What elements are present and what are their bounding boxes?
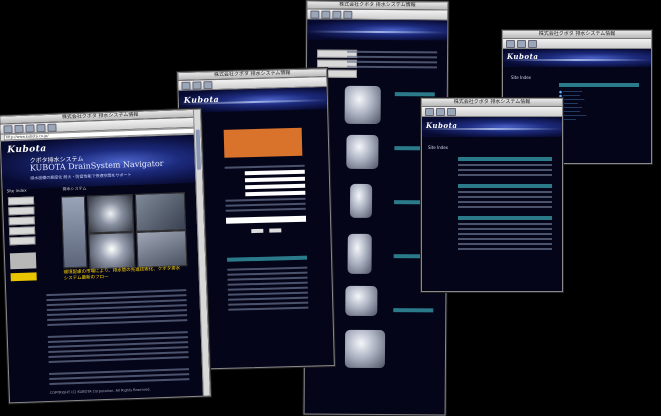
form-input[interactable] [245,183,306,190]
page-banner: Kubota クボタ排水システム KUBOTA DrainSystem Navi… [0,134,203,190]
window-title: 株式会社クボタ 排水システム情報 [422,99,562,107]
reset-button[interactable] [269,228,282,233]
product-image [345,285,378,317]
form-input[interactable] [244,169,305,176]
forward-icon[interactable] [517,39,526,48]
machine-photo [134,192,187,232]
browser-window-detail: 株式会社クボタ 排水システム情報 Kubota Site Index [421,98,563,292]
back-icon[interactable] [3,124,13,133]
reload-icon[interactable] [332,10,342,19]
back-icon[interactable] [310,10,320,19]
side-banner[interactable] [9,252,37,270]
forward-icon[interactable] [192,80,202,90]
fitting-photo [88,231,136,270]
product-image [347,233,372,274]
banner-subtitle: 排水設備の高度化 耐火・防音性能で快適空間をサポート [30,172,132,181]
section-label: 排水システム [62,185,87,192]
reload-icon[interactable] [203,80,213,89]
sidebar-item[interactable] [7,196,35,206]
browser-window-home: 株式会社クボタ 排水システム情報 http://www.kubota.co.jp… [0,108,211,404]
sidebar-item[interactable] [8,216,35,226]
side-badge[interactable] [10,272,37,282]
sitemap-link[interactable]: ● ────── [559,118,639,122]
reload-icon[interactable] [25,123,35,133]
product-image [344,85,381,125]
form-header-box [223,127,303,158]
pipe-photo [86,193,135,234]
tower-photo [60,195,88,269]
submit-button[interactable] [251,228,264,234]
body-text [46,286,190,388]
back-icon[interactable] [181,81,191,90]
window-title: 株式会社クボタ 排水システム情報 [503,31,651,39]
search-icon[interactable] [47,123,57,132]
home-icon[interactable] [36,123,46,132]
browser-toolbar [422,107,562,117]
product-image [349,183,373,218]
site-index-label: Site Index [511,75,531,80]
form-textarea[interactable] [225,215,307,224]
form-input[interactable] [245,190,306,197]
page-banner: Kubota [503,49,651,67]
page-banner [307,19,448,41]
sidebar-item[interactable] [8,206,35,216]
kubota-logo: Kubota [7,143,47,156]
page-banner: Kubota [422,117,562,137]
forward-icon[interactable] [321,10,331,19]
link-grid [346,48,438,72]
sidebar-item[interactable] [8,226,36,236]
browser-toolbar [503,39,651,49]
back-icon[interactable] [506,39,515,48]
form-input[interactable] [244,176,306,183]
forward-icon[interactable] [14,124,24,133]
sidebar-item[interactable] [9,236,36,246]
sidebar: Site Index [3,187,42,285]
product-image [344,329,386,369]
product-image [346,134,379,170]
caption: 環境配慮の市場により、排水管の先進技術化、クボタ排水システム最新のフロー [63,266,181,282]
forward-icon[interactable] [436,107,445,116]
footer: COPYRIGHT (C) KUBOTA Corporation. All Ri… [49,387,151,396]
back-icon[interactable] [425,107,434,116]
reload-icon[interactable] [528,39,537,48]
site-index-label: Site Index [428,145,448,150]
reload-icon[interactable] [447,107,456,116]
install-photo [136,230,188,268]
home-icon[interactable] [343,10,353,19]
